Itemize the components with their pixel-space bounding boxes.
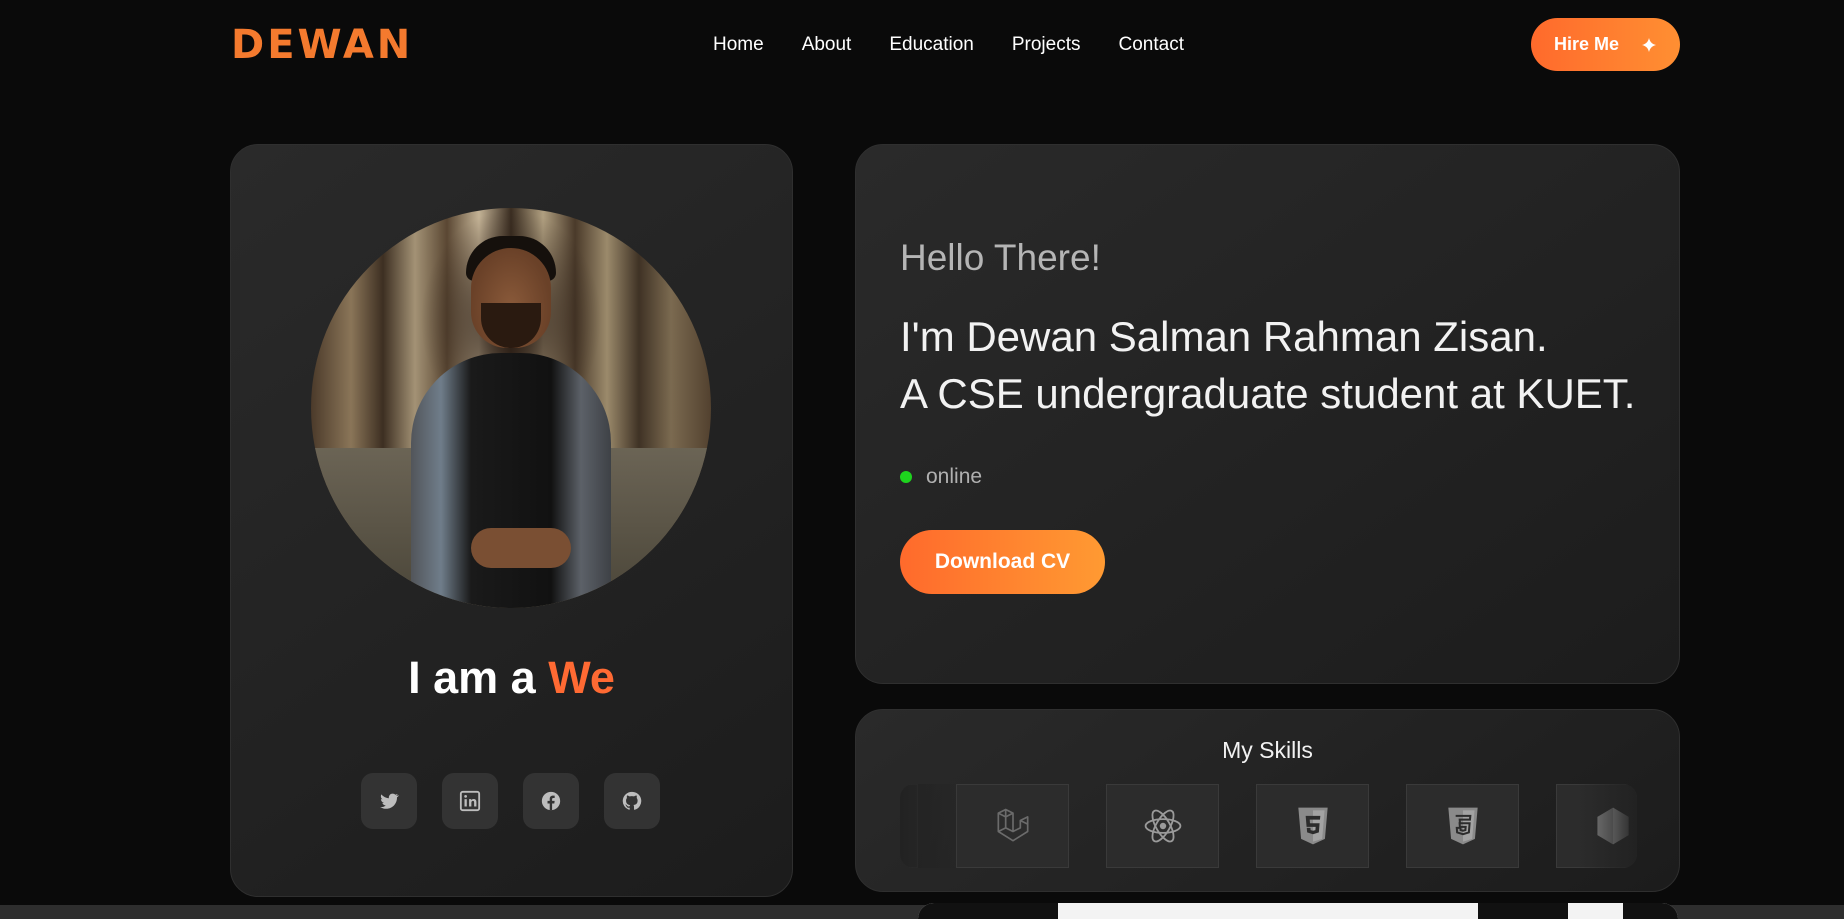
nav-about[interactable]: About xyxy=(802,34,852,56)
intro-card: Hello There! I'm Dewan Salman Rahman Zis… xyxy=(855,144,1680,684)
skill-tile-laravel xyxy=(956,784,1069,868)
linkedin-link[interactable] xyxy=(442,773,498,829)
typed-role: We xyxy=(548,652,615,703)
nav-projects[interactable]: Projects xyxy=(1012,34,1081,56)
status-indicator: online xyxy=(900,465,982,489)
profile-card: I am a We xyxy=(230,144,793,897)
skills-title: My Skills xyxy=(1222,737,1313,763)
status-text: online xyxy=(926,465,983,488)
twitter-icon xyxy=(380,793,399,809)
main-nav: Home About Education Projects Contact xyxy=(713,34,1184,56)
skills-carousel[interactable] xyxy=(900,784,1637,868)
skill-tile-html5 xyxy=(1256,784,1369,868)
react-icon xyxy=(1144,809,1181,843)
profile-photo xyxy=(311,208,711,608)
sparkle-icon xyxy=(1641,37,1657,53)
linkedin-icon xyxy=(459,790,481,812)
download-cv-button[interactable]: Download CV xyxy=(900,530,1105,594)
greeting: Hello There! xyxy=(900,237,1101,278)
css3-icon xyxy=(1447,807,1478,845)
intro-line-1: I'm Dewan Salman Rahman Zisan. xyxy=(900,313,1548,360)
nav-contact[interactable]: Contact xyxy=(1119,34,1184,56)
skill-tile xyxy=(900,784,918,868)
html5-icon xyxy=(1297,807,1328,845)
nav-home[interactable]: Home xyxy=(713,34,764,56)
intro-headline: I'm Dewan Salman Rahman Zisan. A CSE und… xyxy=(900,308,1635,422)
skill-tile-react xyxy=(1106,784,1219,868)
intro-line-2: A CSE undergraduate student at KUET. xyxy=(900,370,1636,417)
hire-me-label: Hire Me xyxy=(1553,34,1620,54)
skill-tile-css3 xyxy=(1406,784,1519,868)
twitter-link[interactable] xyxy=(361,773,417,829)
logo[interactable]: DEWAN xyxy=(231,22,413,68)
facebook-link[interactable] xyxy=(523,773,579,829)
github-link[interactable] xyxy=(604,773,660,829)
nodejs-icon xyxy=(1596,807,1629,845)
next-section-illustration xyxy=(918,903,1678,919)
hire-me-button[interactable]: Hire Me xyxy=(1531,18,1680,71)
skill-tile-nodejs xyxy=(1556,784,1637,868)
github-icon xyxy=(622,791,642,810)
laravel-icon xyxy=(997,808,1028,842)
facebook-icon xyxy=(541,791,561,811)
online-dot-icon xyxy=(900,471,912,483)
social-links xyxy=(361,773,660,829)
skills-card: My Skills xyxy=(855,709,1680,892)
iam-prefix: I am a xyxy=(408,652,536,703)
typing-headline: I am a We xyxy=(231,652,792,704)
nav-education[interactable]: Education xyxy=(889,34,974,56)
